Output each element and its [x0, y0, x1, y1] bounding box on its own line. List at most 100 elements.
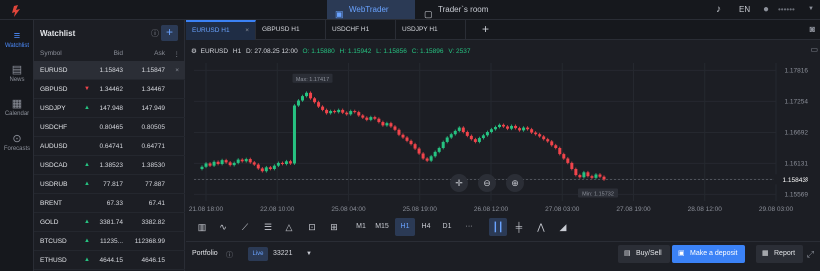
chart-tab-1[interactable]: EURUSD H1 × — [186, 20, 256, 40]
more-timeframes[interactable]: ··· — [459, 218, 479, 236]
watchlist-row[interactable]: USDRUB ▲ 77.817 77.887 — [34, 175, 185, 194]
sidebar-item-news[interactable]: ▤ News — [0, 58, 34, 94]
area-type-icon[interactable]: ◢ — [554, 218, 572, 236]
tf-m1[interactable]: M1 — [351, 218, 371, 236]
candle-body — [244, 159, 248, 162]
candle-body — [566, 158, 570, 163]
tab-webtrader[interactable]: ▣ WebTrader — [327, 0, 415, 19]
candle-body — [401, 134, 405, 138]
row-symbol: USDJPY — [40, 105, 66, 112]
indicators-icon[interactable]: ∿ — [214, 218, 232, 236]
row-symbol: USDCHF — [40, 124, 68, 131]
close-icon[interactable]: × — [175, 67, 179, 74]
candle-body — [393, 126, 397, 130]
watchlist-row[interactable]: GOLD ▲ 3381.74 3382.82 — [34, 213, 185, 232]
candle-body — [518, 128, 522, 131]
row-symbol: USDCAD — [40, 162, 68, 169]
x-tick-label: 26.08 12:00 — [474, 206, 509, 213]
chart-area[interactable]: ⚙ EURUSD H1 D: 27.08.25 12:00 O: 1.15880… — [186, 41, 820, 241]
watchlist-row[interactable]: AUDUSD 0.64741 0.64771 — [34, 137, 185, 156]
watchlist-row[interactable]: BRENT 67.33 67.41 — [34, 194, 185, 213]
tf-m15[interactable]: M15 — [372, 218, 392, 236]
magnet-icon[interactable]: ⊡ — [303, 218, 321, 236]
shapes-icon[interactable]: △ — [280, 218, 298, 236]
candle-body — [349, 111, 353, 115]
watchlist-row[interactable]: USDJPY ▲ 147.948 147.949 — [34, 99, 185, 118]
add-tab-icon[interactable]: + — [482, 22, 489, 36]
watchlist-row[interactable]: EURUSD 1.15843 1.15847 × — [34, 61, 185, 80]
buy-sell-label: Buy/Sell — [636, 250, 662, 257]
chevron-down-icon[interactable]: ▼ — [306, 251, 312, 257]
chart-tab-4[interactable]: USDJPY H1 — [396, 20, 466, 40]
chevron-down-icon[interactable]: ▼ — [808, 0, 814, 19]
sidebar-item-forecasts[interactable]: ⊙ Forecasts — [0, 127, 34, 163]
right-tools: ▭ — [806, 41, 820, 101]
candlestick-type-icon[interactable]: ┃┃ — [489, 218, 507, 236]
side-nav: ≡ Watchlist ▤ News ▦ Calendar ⊙ Forecast… — [0, 20, 34, 271]
column-symbol: Symbol — [40, 50, 62, 57]
candles-icon[interactable]: ▥ — [193, 218, 211, 236]
tab-traders-room[interactable]: ▢ Trader`s room — [416, 0, 506, 19]
wallet-icon: ▣ — [678, 250, 685, 257]
user-name[interactable]: •••••• — [778, 0, 795, 19]
info-icon[interactable]: ⓘ — [151, 28, 159, 39]
sidebar-item-label: Calendar — [4, 111, 30, 117]
candle-body — [369, 117, 373, 120]
watchlist-row[interactable]: ETHUSD ▲ 4644.15 4646.15 — [34, 251, 185, 270]
candle-body — [429, 156, 433, 161]
info-icon[interactable]: ⓘ — [226, 250, 233, 260]
lines-icon[interactable]: ⟋ — [236, 218, 254, 236]
sidebar-item-watchlist[interactable]: ≡ Watchlist — [0, 24, 34, 60]
candle-body — [510, 125, 514, 129]
line-type-icon[interactable]: ⋀ — [532, 218, 550, 236]
more-vertical-icon[interactable]: ⋮ — [174, 50, 181, 58]
sidebar-item-label: Watchlist — [4, 43, 30, 49]
row-ask: 4646.15 — [141, 257, 166, 264]
candle-body — [465, 132, 469, 136]
move-icon[interactable]: ✛ — [455, 178, 463, 188]
brand-logo-icon[interactable] — [8, 3, 24, 19]
tab-traders-room-label: Trader`s room — [438, 5, 489, 14]
watchlist-row[interactable]: GBPUSD ▼ 1.34462 1.34467 — [34, 80, 185, 99]
chart-tab-3[interactable]: USDCHF H1 — [326, 20, 396, 40]
avatar[interactable]: ● — [763, 0, 769, 19]
make-deposit-button[interactable]: ▣ Make a deposit — [672, 245, 746, 263]
tf-h4[interactable]: H4 — [416, 218, 436, 236]
close-icon[interactable]: × — [245, 22, 249, 40]
candle-body — [381, 122, 385, 126]
chart-tab-2[interactable]: GBPUSD H1 — [256, 20, 326, 40]
candle-body — [493, 127, 497, 130]
row-bid: 11235... — [99, 238, 123, 245]
candle-body — [546, 139, 550, 142]
camera-icon[interactable]: ◙ — [810, 24, 815, 34]
expand-icon[interactable]: ⤢ — [807, 249, 814, 260]
candle-body — [268, 167, 272, 169]
lock-icon[interactable]: ▭ — [810, 45, 818, 54]
zoom-in-icon[interactable]: ⊕ — [511, 178, 519, 188]
watchlist-row[interactable]: USDCHF 0.80465 0.80505 — [34, 118, 185, 137]
watchlist-row[interactable]: BTCUSD ▲ 11235... 112368.99 — [34, 232, 185, 251]
price-chart[interactable]: 21.08 18:00 22.08 10:00 25.08 04:00 25.08 1… — [186, 41, 820, 216]
row-bid: 1.38523 — [99, 162, 124, 169]
zoom-out-icon[interactable]: ⊖ — [483, 178, 491, 188]
tf-d1[interactable]: D1 — [437, 218, 457, 236]
cart-icon: ▤ — [624, 250, 631, 257]
report-button[interactable]: ▦ Report — [756, 245, 804, 263]
candle-body — [574, 168, 578, 176]
language-selector[interactable]: EN — [739, 0, 750, 19]
add-symbol-button[interactable]: + — [161, 25, 178, 41]
candle-body — [534, 132, 538, 135]
screenshot-icon[interactable]: ⊞ — [325, 218, 343, 236]
make-deposit-label: Make a deposit — [690, 250, 738, 257]
tf-h1[interactable]: H1 — [395, 218, 415, 236]
live-badge[interactable]: Live — [248, 247, 268, 261]
music-icon[interactable]: ♪ — [716, 0, 721, 19]
sidebar-item-calendar[interactable]: ▦ Calendar — [0, 92, 34, 128]
bar-type-icon[interactable]: ╪ — [510, 218, 528, 236]
buy-sell-button[interactable]: ▤ Buy/Sell — [618, 245, 670, 263]
fibonacci-icon[interactable]: ☰ — [259, 218, 277, 236]
account-number[interactable]: 33221 — [273, 250, 292, 257]
y-tick-label: 1.17816 — [785, 67, 809, 74]
watchlist-row[interactable]: USDCAD ▲ 1.38523 1.38530 — [34, 156, 185, 175]
row-bid: 0.80465 — [99, 124, 124, 131]
